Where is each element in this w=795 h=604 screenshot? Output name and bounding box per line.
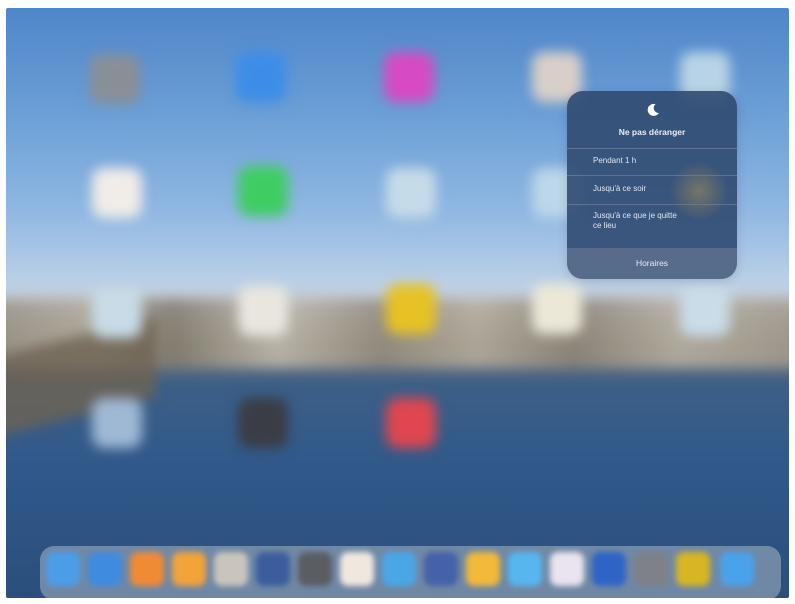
safari-icon[interactable] <box>46 552 80 586</box>
pages-icon[interactable] <box>130 552 164 586</box>
dock <box>40 546 781 598</box>
weather-icon[interactable] <box>382 552 416 586</box>
location-glow <box>669 161 729 221</box>
settings-app-icon[interactable] <box>90 54 140 104</box>
do-not-disturb-menu: Ne pas déranger Pendant 1 h Jusqu'à ce s… <box>567 91 737 279</box>
camera-app-icon[interactable] <box>238 398 288 448</box>
maps-app-icon-3[interactable] <box>680 286 730 336</box>
app-icon[interactable] <box>424 552 458 586</box>
option-until-leave-location[interactable]: Jusqu'à ce que je quitte ce lieu <box>567 211 683 231</box>
dnd-title: Ne pas déranger <box>618 127 686 137</box>
yellow-app-icon[interactable] <box>386 284 436 334</box>
music-app-icon[interactable] <box>386 398 436 448</box>
messages-icon[interactable] <box>508 552 542 586</box>
books-icon[interactable] <box>172 552 206 586</box>
reminders-app-icon[interactable] <box>532 284 582 334</box>
divider <box>567 148 737 149</box>
dock-icons-blurred <box>40 546 781 598</box>
files-icon[interactable] <box>592 552 626 586</box>
moon-icon <box>647 103 659 116</box>
folder-icon[interactable] <box>92 398 142 448</box>
notes-icon[interactable] <box>466 552 500 586</box>
contacts-icon[interactable] <box>214 552 248 586</box>
yellow-app-icon-dock[interactable] <box>676 552 710 586</box>
facebook-icon[interactable] <box>256 552 290 586</box>
schedule-label: Horaires <box>635 258 669 268</box>
calendar-app-icon[interactable] <box>92 168 142 218</box>
facetime-app-icon[interactable] <box>238 166 288 216</box>
app-store-icon[interactable] <box>236 52 286 102</box>
notes-app-icon[interactable] <box>238 286 288 336</box>
mail-icon[interactable] <box>88 552 122 586</box>
itunes-store-icon[interactable] <box>384 52 434 102</box>
photos-icon[interactable] <box>340 552 374 586</box>
schedule-row[interactable]: Horaires <box>567 248 737 279</box>
maps-app-icon-2[interactable] <box>386 168 436 218</box>
settings-icon[interactable] <box>634 552 668 586</box>
app-store-icon-dock[interactable] <box>720 552 754 586</box>
camera-icon[interactable] <box>298 552 332 586</box>
news-icon[interactable] <box>550 552 584 586</box>
photos-widget-icon[interactable] <box>92 288 142 338</box>
